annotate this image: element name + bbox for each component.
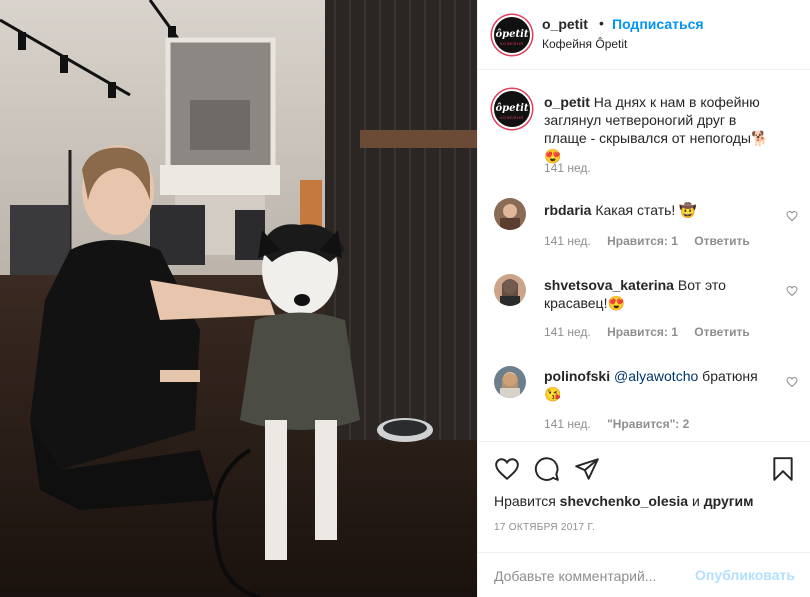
avatar-image: [500, 279, 520, 306]
logo-subtext: КОФЕЙНЯ: [500, 41, 524, 46]
likes-others-link[interactable]: другим: [704, 493, 754, 509]
likes-user-link[interactable]: shevchenko_olesia: [560, 493, 688, 509]
comment-meta: 141 нед. "Нравится": 2: [544, 417, 702, 431]
add-comment-bar: Опубликовать: [478, 552, 810, 597]
comment-text: shvetsova_katerina Вот это красавец!😍: [544, 276, 776, 312]
bookmark-icon[interactable]: [770, 456, 796, 482]
caption-username[interactable]: o_petit: [544, 94, 590, 110]
post-date[interactable]: 17 ОКТЯБРЯ 2017 Г.: [494, 522, 595, 533]
likes-joiner: и: [691, 493, 700, 509]
avatar-image: [500, 372, 520, 398]
comment-time[interactable]: 141 нед.: [544, 325, 591, 339]
comment-meta: 141 нед. Нравится: 1 Ответить: [544, 234, 763, 248]
instagram-post: ôpetit КОФЕЙНЯ o_petit • Подписаться Коф…: [0, 0, 810, 597]
comment-icon[interactable]: [534, 456, 560, 482]
caption-text: o_petit На днях к нам в кофейню заглянул…: [544, 93, 776, 165]
comment-input[interactable]: [494, 566, 694, 586]
publish-button[interactable]: Опубликовать: [695, 567, 795, 583]
comment-likes[interactable]: "Нравится": 2: [607, 417, 689, 431]
comment-meta: 141 нед. Нравится: 1 Ответить: [544, 325, 763, 339]
comment-mention[interactable]: @alyawotcho: [614, 368, 698, 384]
logo-text: ôpetit: [495, 29, 529, 40]
reply-button[interactable]: Ответить: [694, 234, 749, 248]
location-link[interactable]: Кофейня Ôpetit: [542, 37, 627, 51]
author-username[interactable]: o_petit: [542, 16, 588, 32]
logo-text: ôpetit: [495, 103, 529, 114]
comment-text: polinofski @alyawotcho братюня 😘: [544, 367, 776, 403]
logo-subtext: КОФЕЙНЯ: [500, 115, 524, 120]
comment-likes[interactable]: Нравится: 1: [607, 325, 678, 339]
post-actions: Нравится shevchenko_olesia и другим 17 О…: [478, 441, 810, 597]
like-comment-heart-icon[interactable]: [786, 210, 798, 222]
header-separator: •: [599, 15, 604, 31]
reply-button[interactable]: Ответить: [694, 325, 749, 339]
author-avatar[interactable]: ôpetit КОФЕЙНЯ: [492, 15, 532, 55]
avatar-image: [500, 204, 520, 230]
caption-avatar[interactable]: ôpetit КОФЕЙНЯ: [492, 89, 532, 129]
comments-list[interactable]: ôpetit КОФЕЙНЯ o_petit На днях к нам в к…: [478, 71, 810, 441]
comment-time[interactable]: 141 нед.: [544, 234, 591, 248]
commenter-avatar[interactable]: [494, 198, 526, 230]
comment-body: Какая стать! 🤠: [595, 202, 697, 218]
likes-prefix: Нравится: [494, 493, 556, 509]
like-comment-heart-icon[interactable]: [786, 376, 798, 388]
likes-summary: Нравится shevchenko_olesia и другим: [494, 493, 754, 509]
share-icon[interactable]: [574, 456, 600, 482]
commenter-avatar[interactable]: [494, 274, 526, 306]
heart-icon[interactable]: [494, 456, 520, 482]
follow-button[interactable]: Подписаться: [612, 16, 704, 32]
post-photo[interactable]: [0, 0, 477, 597]
caption-meta: 141 нед.: [544, 161, 604, 175]
like-comment-heart-icon[interactable]: [786, 285, 798, 297]
comment-username[interactable]: rbdaria: [544, 202, 591, 218]
post-header: ôpetit КОФЕЙНЯ o_petit • Подписаться Коф…: [478, 0, 810, 70]
comment-time[interactable]: 141 нед.: [544, 417, 591, 431]
comment-text: rbdaria Какая стать! 🤠: [544, 201, 776, 219]
post-side-panel: ôpetit КОФЕЙНЯ o_petit • Подписаться Коф…: [477, 0, 810, 597]
comment-username[interactable]: polinofski: [544, 368, 610, 384]
caption-time[interactable]: 141 нед.: [544, 161, 591, 175]
photo-illustration: [0, 0, 477, 597]
comment-username[interactable]: shvetsova_katerina: [544, 277, 674, 293]
comment-likes[interactable]: Нравится: 1: [607, 234, 678, 248]
commenter-avatar[interactable]: [494, 366, 526, 398]
